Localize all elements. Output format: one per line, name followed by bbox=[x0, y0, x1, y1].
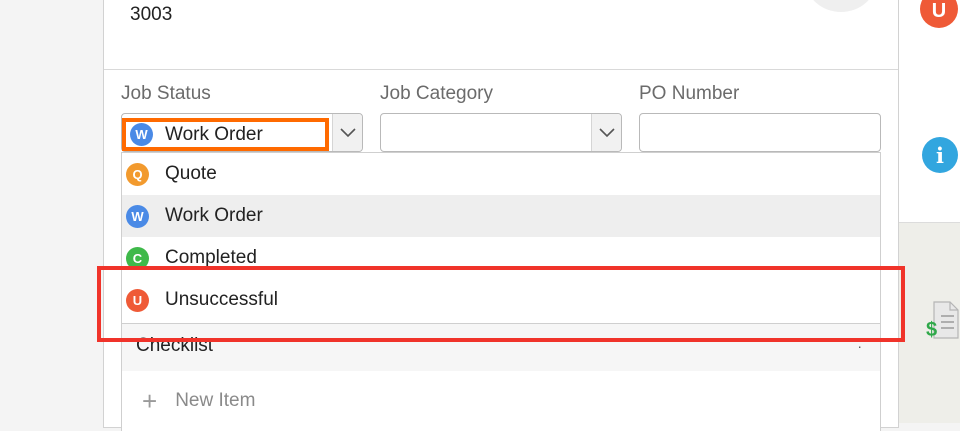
invoice-dollar-icon[interactable]: $ bbox=[926, 300, 960, 341]
po-number-input[interactable] bbox=[639, 113, 881, 152]
plus-icon: + bbox=[142, 385, 158, 416]
status-option-quote[interactable]: Q Quote bbox=[122, 153, 880, 195]
status-option-work-order[interactable]: W Work Order bbox=[122, 195, 880, 237]
chevron-down-icon[interactable] bbox=[332, 114, 362, 151]
chevron-down-icon[interactable] bbox=[591, 114, 621, 151]
job-status-value-text: Work Order bbox=[165, 123, 263, 145]
divider bbox=[104, 69, 898, 70]
work-order-badge-icon: W bbox=[126, 204, 149, 228]
job-category-select[interactable] bbox=[380, 113, 622, 152]
job-status-current-value[interactable]: W Work Order bbox=[122, 118, 329, 151]
option-label: Work Order bbox=[165, 205, 263, 226]
option-label: Quote bbox=[165, 163, 217, 184]
work-order-badge-icon: W bbox=[130, 123, 153, 146]
quote-badge-icon: Q bbox=[126, 162, 149, 186]
new-item-label: New Item bbox=[175, 390, 256, 411]
info-icon[interactable]: i bbox=[922, 137, 958, 173]
new-item-row[interactable]: + New Item bbox=[121, 371, 881, 431]
po-number-label: PO Number bbox=[639, 83, 740, 104]
job-number: 3003 bbox=[130, 4, 173, 25]
left-background bbox=[0, 0, 104, 423]
job-category-label: Job Category bbox=[380, 83, 494, 104]
svg-text:$: $ bbox=[926, 319, 937, 340]
target-highlight-box bbox=[97, 266, 905, 342]
job-status-label: Job Status bbox=[121, 83, 211, 104]
